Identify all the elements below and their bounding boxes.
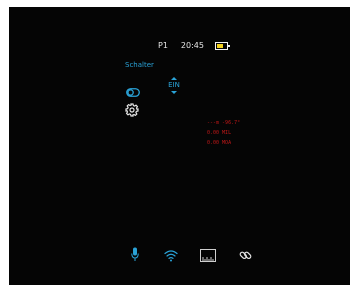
rangefinder-readout: ---m -96.7° 0.00 MIL 0.00 MOA	[207, 118, 240, 148]
microphone-icon	[131, 247, 139, 266]
battery-tip	[227, 45, 230, 47]
menu-label: Schalter	[125, 61, 154, 69]
battery-level	[216, 44, 223, 48]
readout-moa: 0.00 MOA	[207, 140, 232, 146]
link-icon	[239, 247, 252, 266]
readout-mil: 0.00 MIL	[207, 130, 232, 136]
readout-distance: ---m -96.7°	[207, 120, 241, 126]
wifi-icon	[164, 247, 178, 266]
toggle-icon[interactable]	[126, 82, 140, 101]
device-screen: P1 20:45 Schalter EIN ---m -96.7° 0.00 M…	[9, 7, 350, 285]
status-bar: P1 20:45	[158, 40, 230, 52]
gear-icon[interactable]	[125, 102, 139, 121]
stepper-value: EIN	[168, 81, 180, 89]
profile-indicator: P1	[158, 41, 168, 50]
ruler-icon	[200, 247, 216, 266]
clock: 20:45	[180, 41, 204, 50]
bottom-status-icons	[9, 247, 350, 263]
stepper-down-icon[interactable]	[171, 91, 177, 94]
value-stepper[interactable]: EIN	[167, 77, 181, 97]
battery-icon	[214, 42, 230, 50]
stepper-up-icon[interactable]	[171, 77, 177, 80]
